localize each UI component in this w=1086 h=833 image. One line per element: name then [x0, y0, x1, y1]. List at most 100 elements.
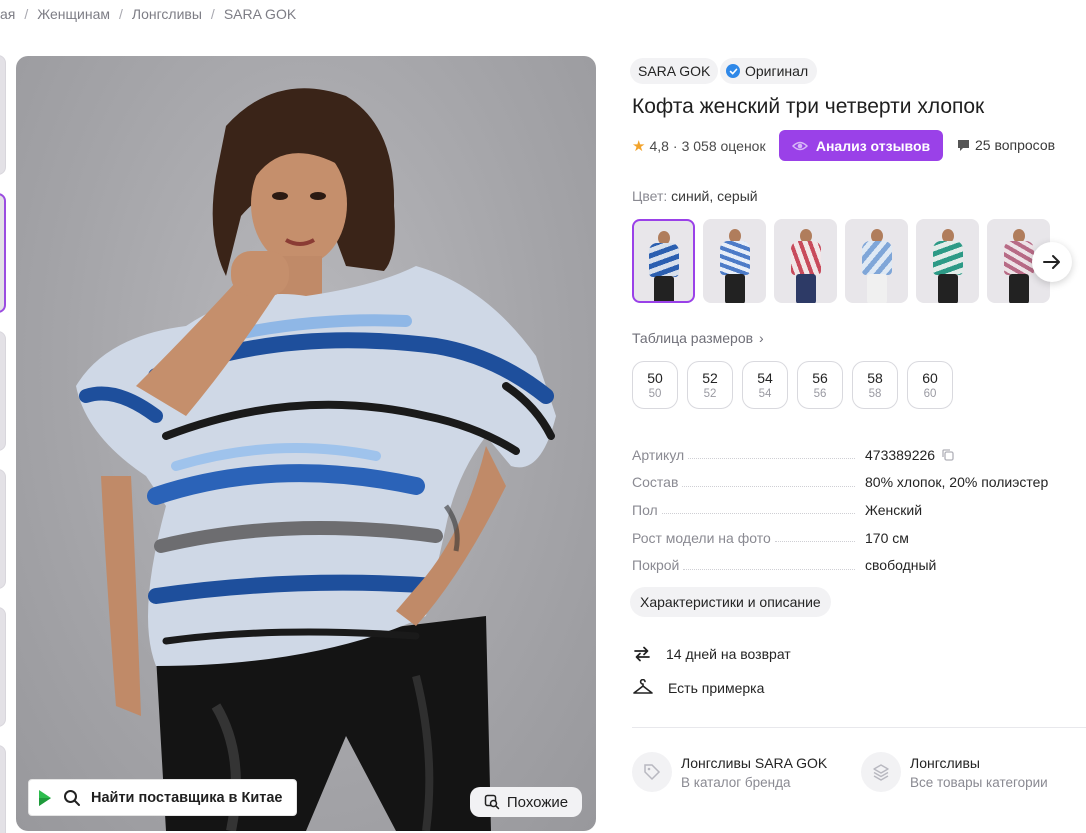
- gallery-thumbnail[interactable]: [0, 607, 6, 727]
- breadcrumb-separator: /: [119, 6, 123, 22]
- size-sub: 60: [923, 387, 937, 400]
- return-policy: 14 дней на возврат: [632, 644, 791, 664]
- chevron-right-icon: ›: [759, 330, 764, 346]
- find-supplier-button[interactable]: Найти поставщика в Китае: [28, 779, 297, 816]
- product-rating[interactable]: ★ 4,8 · 3 058 оценок: [632, 137, 766, 155]
- breadcrumb: ая / Женщинам / Лонгсливы / SARA GOK: [0, 6, 296, 22]
- return-arrows-icon: [634, 646, 650, 662]
- size-main: 54: [757, 369, 773, 386]
- similar-label: Похожие: [506, 793, 569, 811]
- swatches-next-button[interactable]: [1032, 242, 1072, 282]
- category-link[interactable]: Лонгсливы Все товары категории: [861, 752, 1048, 793]
- questions-link[interactable]: 25 вопросов: [957, 137, 1055, 153]
- verified-check-icon: [726, 64, 740, 78]
- eye-icon: [791, 141, 808, 150]
- size-table-label: Таблица размеров: [632, 330, 754, 346]
- breadcrumb-item-brand[interactable]: SARA GOK: [224, 6, 296, 22]
- review-analysis-button[interactable]: Анализ отзывов: [779, 130, 943, 161]
- size-main: 50: [647, 369, 663, 386]
- play-logo-icon: [39, 789, 51, 806]
- size-option[interactable]: 58 58: [852, 361, 898, 409]
- gallery-thumbnail[interactable]: [0, 55, 6, 175]
- similar-search-icon: [484, 794, 500, 810]
- spec-row: Рост модели на фото 170 см: [632, 524, 1072, 552]
- brand-catalog-link[interactable]: Лонгсливы SARA GOK В каталог бренда: [632, 752, 827, 793]
- questions-label: 25 вопросов: [975, 137, 1056, 153]
- spec-row: Покрой свободный: [632, 551, 1072, 579]
- product-specs: Артикул 473389226 Состав 80% хлопок, 20%…: [632, 441, 1072, 579]
- size-sub: 54: [758, 387, 772, 400]
- star-icon: ★: [632, 138, 646, 155]
- characteristics-button[interactable]: Характеристики и описание: [630, 587, 831, 617]
- spec-value: 170 см: [865, 529, 909, 546]
- brand-catalog-subtitle: В каталог бренда: [681, 775, 791, 790]
- original-badge[interactable]: Оригинал: [720, 58, 818, 84]
- color-swatches: [632, 219, 1058, 303]
- size-option[interactable]: 56 56: [797, 361, 843, 409]
- spec-key: Артикул: [632, 446, 689, 463]
- return-policy-label: 14 дней на возврат: [666, 646, 791, 662]
- breadcrumb-separator: /: [210, 6, 215, 22]
- spec-value: Женский: [865, 501, 923, 518]
- copy-icon[interactable]: [941, 448, 955, 462]
- brand-catalog-title: Лонгсливы SARA GOK: [681, 755, 828, 771]
- category-subtitle: Все товары категории: [910, 775, 1048, 790]
- reviews-count: 3 058 оценок: [681, 138, 766, 154]
- brand-chip[interactable]: SARA GOK: [630, 58, 719, 84]
- color-swatch-green-print[interactable]: [916, 219, 979, 303]
- color-swatch-blue-grey[interactable]: [632, 219, 695, 303]
- size-sub: 52: [703, 387, 717, 400]
- color-swatch-light-blue[interactable]: [845, 219, 908, 303]
- size-option[interactable]: 60 60: [907, 361, 953, 409]
- spec-key: Рост модели на фото: [632, 529, 775, 546]
- color-label: Цвет: синий, серый: [632, 188, 758, 204]
- size-main: 60: [922, 369, 938, 386]
- arrow-right-icon: [1043, 255, 1060, 269]
- breadcrumb-item-category[interactable]: Лонгсливы: [132, 6, 202, 22]
- product-main-image[interactable]: [16, 56, 596, 831]
- spec-key: Пол: [632, 501, 662, 518]
- size-sub: 58: [868, 387, 882, 400]
- size-table-link[interactable]: Таблица размеров ›: [632, 330, 764, 346]
- hanger-icon: [633, 679, 653, 694]
- spec-key: Состав: [632, 474, 683, 491]
- original-badge-label: Оригинал: [745, 63, 809, 79]
- breadcrumb-separator: /: [24, 6, 29, 22]
- fitting-label: Есть примерка: [668, 680, 765, 696]
- size-selector: 50 50 52 52 54 54 56 56 58 58 60 60: [632, 361, 962, 409]
- size-main: 58: [867, 369, 883, 386]
- size-main: 56: [812, 369, 828, 386]
- spec-value: свободный: [865, 557, 937, 574]
- size-sub: 50: [648, 387, 662, 400]
- product-title: Кофта женский три четверти хлопок: [632, 95, 985, 118]
- product-photo-illustration: [76, 88, 556, 831]
- divider: [632, 727, 1086, 728]
- layers-icon: [861, 752, 901, 792]
- color-label-value: синий, серый: [671, 188, 758, 204]
- size-sub: 56: [813, 387, 827, 400]
- size-option[interactable]: 52 52: [687, 361, 733, 409]
- size-option[interactable]: 54 54: [742, 361, 788, 409]
- color-swatch-blue-print[interactable]: [703, 219, 766, 303]
- breadcrumb-item-women[interactable]: Женщинам: [37, 6, 110, 22]
- article-number: 473389226: [865, 446, 936, 463]
- spec-row: Состав 80% хлопок, 20% полиэстер: [632, 469, 1072, 497]
- gallery-thumbnail[interactable]: [0, 469, 6, 589]
- rating-value: 4,8: [649, 138, 669, 154]
- question-bubble-icon: [958, 139, 969, 151]
- breadcrumb-item-home[interactable]: ая: [0, 6, 15, 22]
- category-title: Лонгсливы: [910, 755, 980, 771]
- color-swatch-pink-print[interactable]: [774, 219, 837, 303]
- find-supplier-label: Найти поставщика в Китае: [91, 789, 283, 806]
- size-option[interactable]: 50 50: [632, 361, 678, 409]
- spec-row: Пол Женский: [632, 496, 1072, 524]
- tag-icon: [632, 752, 672, 792]
- color-label-key: Цвет:: [632, 188, 668, 204]
- gallery-thumbnail-active[interactable]: [0, 193, 6, 313]
- spec-row: Артикул 473389226: [632, 441, 1072, 469]
- similar-button[interactable]: Похожие: [470, 787, 582, 817]
- search-icon: [64, 789, 80, 806]
- gallery-thumbnail[interactable]: [0, 331, 6, 451]
- size-main: 52: [702, 369, 718, 386]
- gallery-thumbnail[interactable]: [0, 745, 6, 833]
